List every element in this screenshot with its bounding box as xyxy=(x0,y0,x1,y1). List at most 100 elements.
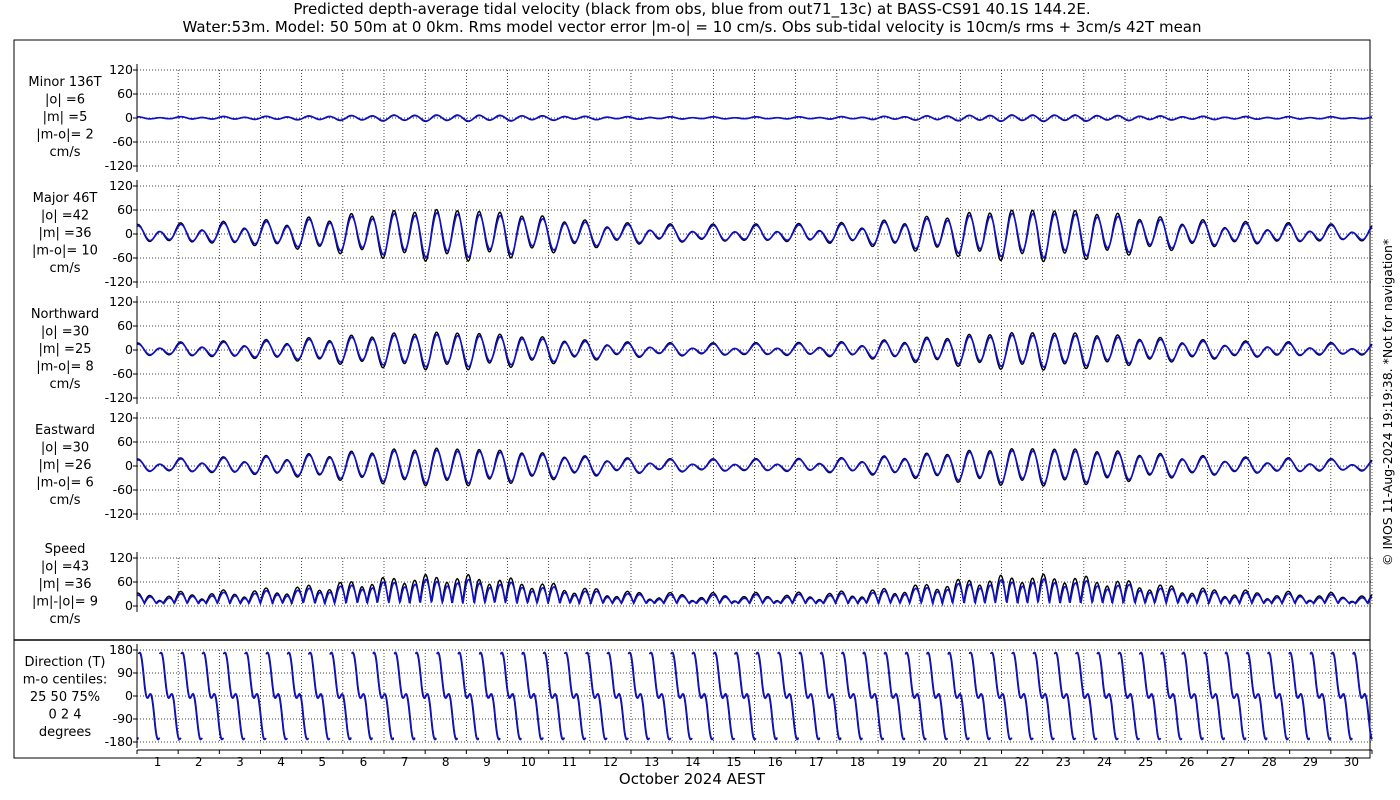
xtick-label: 15 xyxy=(726,755,741,769)
xtick-label: 11 xyxy=(562,755,577,769)
ytick-label: -180 xyxy=(105,734,133,749)
panel-label-speed-4: cm/s xyxy=(50,612,81,627)
ytick-label: -120 xyxy=(105,274,133,289)
panel-label-minor-1: |o| =6 xyxy=(45,93,85,108)
panel-dir: Direction (T) m-o centiles: 25 50 75% 0 2 4… xyxy=(23,642,1373,749)
ytick-label: 60 xyxy=(117,202,133,217)
panel-label-major-4: cm/s xyxy=(50,261,81,276)
panel-major: Major 46T |o| =42 |m| =36 |m-o|= 10 cm/s 120 6… xyxy=(32,178,1373,289)
panel-label-north-4: cm/s xyxy=(50,377,81,392)
ytick-label: -60 xyxy=(113,134,133,149)
xtick-label: 20 xyxy=(932,755,947,769)
xtick-label: 19 xyxy=(891,755,906,769)
panel-label-minor-2: |m| =5 xyxy=(43,110,88,125)
panel-label-speed-3: |m|-|o|= 9 xyxy=(32,595,98,610)
xtick-label: 17 xyxy=(809,755,824,769)
ytick-label: 120 xyxy=(109,178,133,193)
xtick-label: 26 xyxy=(1179,755,1194,769)
xtick-label: 25 xyxy=(1138,755,1153,769)
chart-title-line2: Water:53m. Model: 50 50m at 0 0km. Rms m… xyxy=(182,18,1201,36)
ytick-label: 120 xyxy=(109,550,133,565)
panel-label-north-1: |o| =30 xyxy=(41,325,89,340)
panel-label-dir-4: degrees xyxy=(39,725,92,740)
chart-title-line1: Predicted depth-average tidal velocity (… xyxy=(293,0,1090,19)
xtick-label: 27 xyxy=(1220,755,1235,769)
x-axis: 1 2 3 4 5 6 7 8 9 10 11 12 13 14 15 16 17 18 19 20 21 22 23 24 2… xyxy=(136,749,1373,769)
ytick-label: -60 xyxy=(113,366,133,381)
panel-label-dir-1: m-o centiles: xyxy=(23,673,108,688)
ytick-label: -90 xyxy=(113,711,133,726)
panels: Minor 136T |o| =6 |m| =5 |m-o|= 2 cm/s 120 60 0… xyxy=(23,62,1373,749)
xtick-label: 1 xyxy=(154,755,162,769)
panel-label-minor-3: |m-o|= 2 xyxy=(36,128,94,143)
xtick-label: 2 xyxy=(195,755,203,769)
panel-label-dir-3: 0 2 4 xyxy=(48,708,81,723)
xtick-label: 18 xyxy=(850,755,865,769)
xtick-label: 12 xyxy=(603,755,618,769)
panel-label-east-1: |o| =30 xyxy=(41,441,89,456)
xtick-label: 29 xyxy=(1303,755,1318,769)
xtick-label: 28 xyxy=(1261,755,1276,769)
panel-label-east-2: |m| =26 xyxy=(39,458,92,473)
panel-label-north-2: |m| =25 xyxy=(39,342,92,357)
xtick-label: 3 xyxy=(236,755,244,769)
xtick-label: 6 xyxy=(360,755,368,769)
xtick-label: 21 xyxy=(973,755,988,769)
ytick-label: 0 xyxy=(125,110,133,125)
xtick-label: 8 xyxy=(442,755,450,769)
ytick-label: 120 xyxy=(109,62,133,77)
ytick-label: 60 xyxy=(117,318,133,333)
panel-label-major-3: |m-o|= 10 xyxy=(32,244,98,259)
ytick-label: -120 xyxy=(105,506,133,521)
ytick-label: 120 xyxy=(109,410,133,425)
panel-label-east-4: cm/s xyxy=(50,493,81,508)
panel-label-east-3: |m-o|= 6 xyxy=(36,476,94,491)
panel-minor: Minor 136T |o| =6 |m| =5 |m-o|= 2 cm/s 120 60 0… xyxy=(28,62,1373,173)
ytick-label: 120 xyxy=(109,294,133,309)
xtick-label: 9 xyxy=(483,755,491,769)
xtick-label: 30 xyxy=(1344,755,1359,769)
xtick-label: 23 xyxy=(1056,755,1071,769)
ytick-label: 0 xyxy=(125,458,133,473)
ytick-label: -60 xyxy=(113,482,133,497)
series-obs-major xyxy=(136,208,1373,263)
panel-label-speed-0: Speed xyxy=(45,542,86,557)
xtick-label: 13 xyxy=(644,755,659,769)
xtick-label: 10 xyxy=(520,755,535,769)
panel-label-speed-1: |o| =43 xyxy=(41,560,89,575)
ytick-label: -120 xyxy=(105,158,133,173)
ytick-label: -60 xyxy=(113,250,133,265)
ytick-label: 0 xyxy=(125,342,133,357)
panel-label-north-3: |m-o|= 8 xyxy=(36,360,94,375)
panel-label-major-2: |m| =36 xyxy=(39,226,92,241)
ytick-label: 60 xyxy=(117,434,133,449)
panel-label-minor-4: cm/s xyxy=(50,145,81,160)
ytick-label: 0 xyxy=(125,598,133,613)
panel-east: Eastward |o| =30 |m| =26 |m-o|= 6 cm/s 120 60 0… xyxy=(35,410,1373,521)
copyright-note: © IMOS 11-Aug-2024 19:19:38. *Not for na… xyxy=(1380,239,1395,566)
panel-north: Northward |o| =30 |m| =25 |m-o|= 8 cm/s 120 60… xyxy=(31,294,1373,405)
xtick-label: 7 xyxy=(401,755,409,769)
panel-label-major-0: Major 46T xyxy=(33,191,98,206)
xtick-label: 4 xyxy=(277,755,285,769)
ytick-label: 180 xyxy=(109,642,133,657)
ytick-label: 0 xyxy=(125,688,133,703)
tidal-velocity-figure: Predicted depth-average tidal velocity (… xyxy=(13,0,1395,788)
panel-speed: Speed |o| =43 |m| =36 |m|-|o|= 9 cm/s 120 60 0 xyxy=(32,542,1373,627)
panel-label-east-0: Eastward xyxy=(35,423,95,438)
ytick-label: 60 xyxy=(117,86,133,101)
xtick-label: 24 xyxy=(1097,755,1112,769)
series-obs-east xyxy=(136,447,1373,487)
panel-label-dir-2: 25 50 75% xyxy=(30,690,100,705)
panel-label-minor-0: Minor 136T xyxy=(28,75,101,90)
panel-label-north-0: Northward xyxy=(31,307,99,322)
xtick-label: 16 xyxy=(767,755,782,769)
ytick-label: -120 xyxy=(105,390,133,405)
panel-label-dir-0: Direction (T) xyxy=(25,655,106,670)
x-axis-label: October 2024 AEST xyxy=(619,770,766,788)
series-obs-north xyxy=(136,331,1373,371)
xtick-label: 14 xyxy=(685,755,700,769)
ytick-label: 60 xyxy=(117,574,133,589)
xtick-label: 5 xyxy=(318,755,326,769)
xtick-label: 22 xyxy=(1014,755,1029,769)
